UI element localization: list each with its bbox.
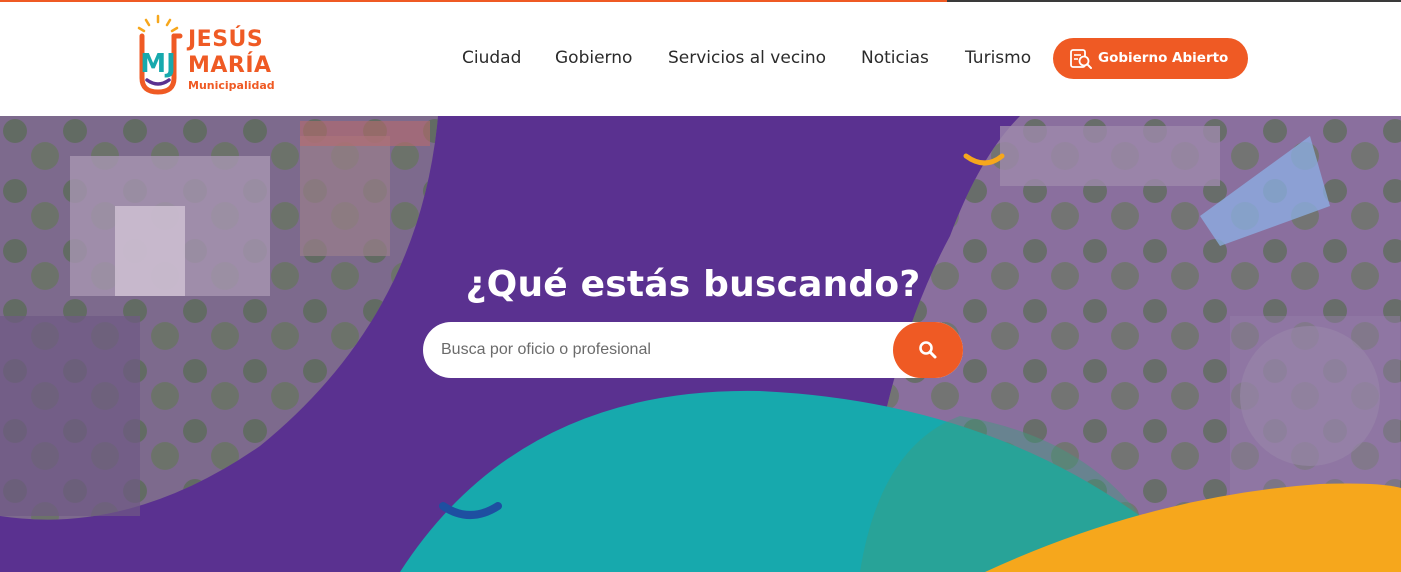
- search-button[interactable]: [893, 322, 963, 378]
- logo-emblem-icon: MJ: [137, 14, 183, 95]
- logo-monogram: MJ: [140, 49, 176, 79]
- logo-name-line2: MARÍA: [188, 53, 272, 78]
- search-input[interactable]: [441, 322, 891, 378]
- nav-item-turismo[interactable]: Turismo: [965, 36, 1031, 80]
- search-bar: [423, 322, 963, 378]
- site-header: MJ JESÚS MARÍA Municipalidad Ciudad Gobi…: [0, 2, 1401, 116]
- hero-section: ¿Qué estás buscando?: [0, 116, 1401, 572]
- nav-item-gobierno[interactable]: Gobierno: [555, 36, 632, 80]
- nav-item-noticias[interactable]: Noticias: [861, 36, 929, 80]
- logo-name-line3: Municipalidad: [188, 79, 275, 92]
- logo-name-line1: JESÚS: [188, 27, 264, 52]
- document-search-icon: [1069, 47, 1093, 71]
- nav-item-servicios-al-vecino[interactable]: Servicios al vecino: [668, 36, 826, 80]
- municipality-logo[interactable]: MJ JESÚS MARÍA Municipalidad: [134, 14, 294, 98]
- search-icon: [919, 341, 937, 359]
- hero-title: ¿Qué estás buscando?: [465, 264, 921, 305]
- gobierno-abierto-label: Gobierno Abierto: [1098, 50, 1229, 66]
- nav-item-ciudad[interactable]: Ciudad: [462, 36, 521, 80]
- gobierno-abierto-button[interactable]: Gobierno Abierto: [1053, 38, 1248, 79]
